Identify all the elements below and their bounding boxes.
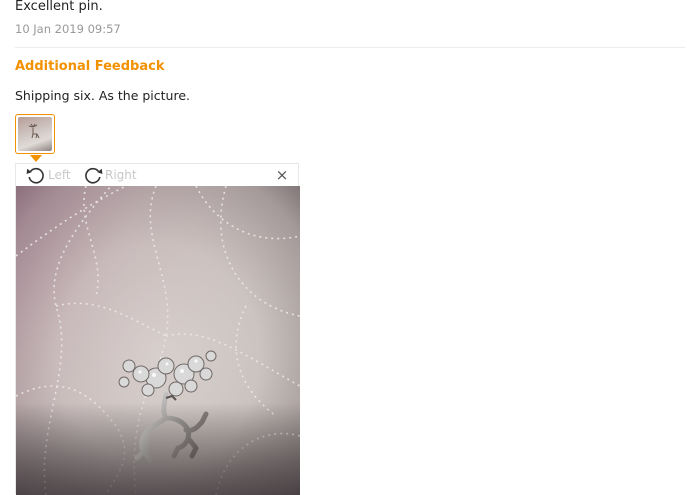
divider [15,47,685,48]
viewer-toolbar: Left Right × [16,164,298,186]
review-date: 10 Jan 2019 09:57 [15,22,121,36]
rotate-left-icon [25,165,47,185]
rotate-right-icon [82,165,104,185]
photo-viewer: Left Right × [15,163,300,495]
feedback-photo [16,186,300,495]
additional-feedback-text: Shipping six. As the picture. [15,88,190,103]
rotate-left-label: Left [48,168,71,182]
close-icon[interactable]: × [275,168,289,183]
rotate-right-button[interactable]: Right [82,165,137,185]
rotate-right-label: Right [105,168,137,182]
feedback-photo-thumbnail[interactable] [15,114,55,154]
thumbnail-pointer [30,155,42,162]
additional-feedback-heading: Additional Feedback [15,59,165,74]
thumbnail-image [18,117,52,151]
rotate-left-button[interactable]: Left [25,165,71,185]
review-text: Excellent pin. [15,0,103,14]
